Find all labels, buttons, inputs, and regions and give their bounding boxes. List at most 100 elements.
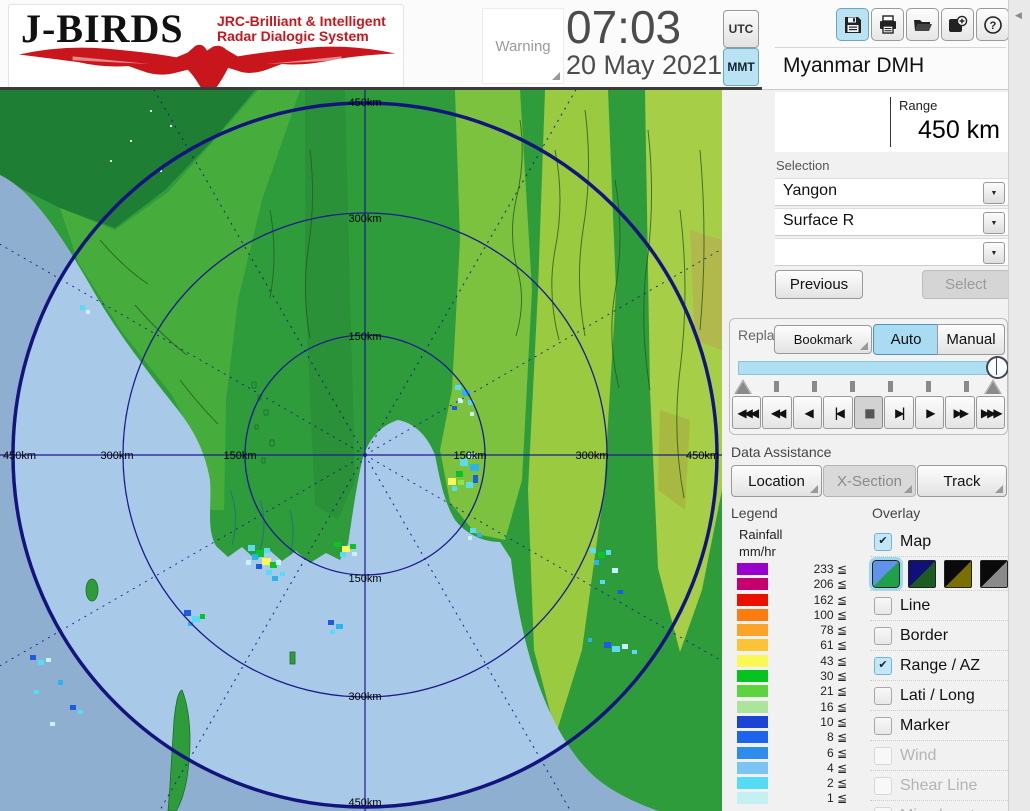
range-value: 450 km [918,116,1000,145]
legend-row: 21 ≦ [737,684,847,699]
chevron-down-icon: ▼ [991,190,998,197]
manual-button-label: Manual [946,331,995,348]
legend-value: 6 ≦ [777,746,847,760]
overlay-checkbox-shear-line [874,777,892,795]
legend-row: 43 ≦ [737,654,847,669]
legend-row: 61 ≦ [737,638,847,653]
overlay-row-border: Border [870,620,1008,650]
replay-tick [774,381,779,392]
data-assistance-label: Data Assistance [731,444,831,460]
mmt-button-label: MMT [727,60,754,74]
collapse-arrow-icon[interactable]: ◀ [1015,10,1022,21]
legend-subtitle-unit: mm/hr [739,544,776,559]
map-style-swatch-4[interactable] [980,560,1008,588]
playback-play-button[interactable]: ▶ [915,396,944,429]
auto-button[interactable]: Auto [873,324,939,355]
legend-swatch [737,624,768,636]
legend-swatch [737,655,768,667]
add-image-button[interactable] [941,8,974,41]
overlay-checkbox-wind [874,747,892,765]
overlay-checkbox-range-az[interactable]: ✔ [874,657,892,675]
location-button[interactable]: Location [731,465,822,497]
replay-slider-track[interactable] [738,361,1002,375]
legend-value: 43 ≦ [777,654,847,668]
overlay-row-wind: Wind [870,740,1008,770]
product-dropdown-button[interactable]: ▼ [983,212,1005,234]
map-style-swatch-3[interactable] [944,560,972,588]
legend-value: 206 ≦ [777,577,847,591]
overlay-checkbox-lati-long[interactable] [874,687,892,705]
overlay-label-marker: Marker [900,717,950,735]
legend-swatch [737,685,768,697]
x-section-button[interactable]: X-Section [823,465,916,497]
ring-label-450-left: 450km [3,450,36,462]
legend-row: 6 ≦ [737,746,847,761]
overlay-checkbox-marker[interactable] [874,717,892,735]
jbirds-app-window: J-BIRDS JRC-Brilliant & Intelligent Rada… [0,0,1030,811]
warning-button-label: Warning [495,38,550,55]
legend-swatch [737,747,768,759]
open-folder-button[interactable] [906,8,939,41]
overlay-checkbox-line[interactable] [874,597,892,615]
legend-swatch [737,609,768,621]
replay-start-marker[interactable] [734,379,752,394]
overlay-checkbox-border[interactable] [874,627,892,645]
chevron-down-icon: ▼ [991,250,998,257]
option-dropdown[interactable]: ▼ [775,238,1008,266]
map-style-swatch-1[interactable] [872,560,900,588]
playback-stop-button[interactable]: ■ [854,396,883,429]
logo-subtitle-line1: JRC-Brilliant & Intelligent [217,14,386,29]
playback-step-back-button[interactable]: ◀ [793,396,822,429]
radar-map[interactable]: 450km 300km 150km 150km 300km 450km 450k… [0,90,722,811]
bookmark-button[interactable]: Bookmark [774,325,872,354]
legend-swatch [737,701,768,713]
track-button[interactable]: Track [917,465,1007,497]
mmt-button[interactable]: MMT [723,48,759,86]
overlay-row-microburst: Microburst [870,800,1008,811]
legend-row: 78 ≦ [737,623,847,638]
overlay-checkbox-map[interactable]: ✔ [874,533,892,551]
site-dropdown-button[interactable]: ▼ [983,182,1005,204]
warning-button[interactable]: Warning [482,8,564,84]
print-button[interactable] [871,8,904,41]
open-folder-icon [913,15,933,35]
overlay-row-line: Line [870,590,1008,620]
legend-value: 16 ≦ [777,700,847,714]
manual-button[interactable]: Manual [937,324,1005,355]
map-style-swatch-2[interactable] [908,560,936,588]
replay-end-marker[interactable] [984,379,1002,394]
help-button[interactable]: ? [976,8,1009,41]
panel-divider [775,47,1006,48]
replay-slider-handle[interactable] [986,356,1009,379]
site-dropdown-value: Yangon [783,182,837,200]
overlay-label-lati-long: Lati / Long [900,687,975,705]
legend-row: 4 ≦ [737,761,847,776]
utc-button[interactable]: UTC [723,10,759,48]
playback-rewind-fast-button[interactable]: ◀◀◀ [732,396,761,429]
overlay-label-shear-line: Shear Line [900,777,977,795]
track-button-label: Track [944,473,981,490]
overlay-title: Overlay [872,505,920,521]
save-icon [843,15,863,35]
save-button[interactable] [836,8,869,41]
replay-tick [964,381,969,392]
legend-swatch [737,594,768,606]
playback-forward-button[interactable]: ▶▶ [945,396,974,429]
product-dropdown[interactable]: Surface R ▼ [775,208,1008,236]
playback-rewind-button[interactable]: ◀◀ [762,396,791,429]
replay-tick [926,381,931,392]
panel-collapse-strip[interactable]: ◀ [1008,0,1030,811]
playback-skip-end-button[interactable]: ▶| [884,396,913,429]
option-dropdown-button[interactable]: ▼ [983,242,1005,264]
print-icon [878,15,898,35]
ring-label-300-right: 300km [575,450,608,462]
legend-row: 162 ≦ [737,593,847,608]
legend-row: 233 ≦ [737,562,847,577]
previous-button[interactable]: Previous [775,270,863,299]
playback-forward-fast-button[interactable]: ▶▶▶ [976,396,1005,429]
select-button[interactable]: Select [922,270,1010,299]
legend-row: 100 ≦ [737,608,847,623]
playback-skip-start-button[interactable]: |◀ [823,396,852,429]
ring-label-150-right: 150km [453,450,486,462]
site-dropdown[interactable]: Yangon ▼ [775,178,1008,206]
